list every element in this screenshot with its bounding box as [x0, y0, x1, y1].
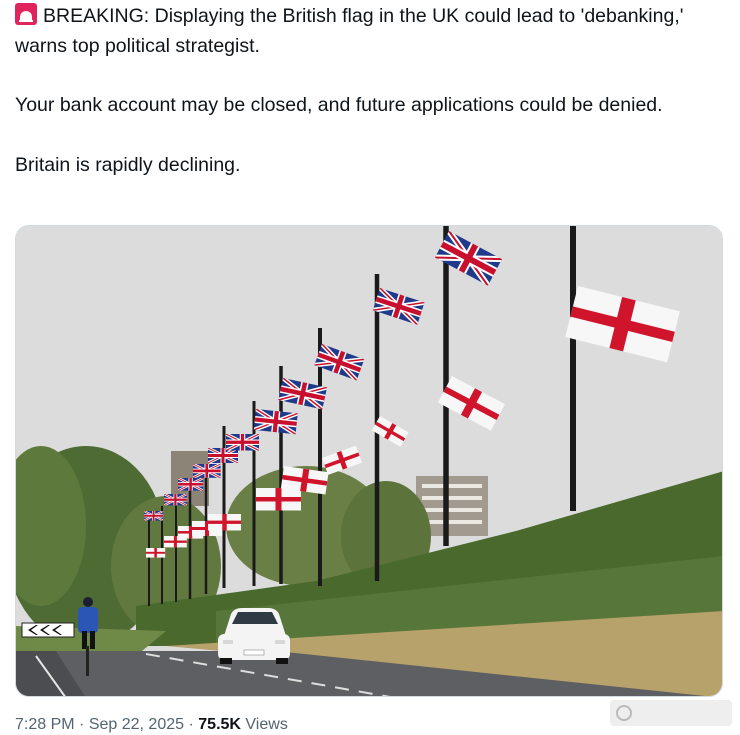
watermark-logo-icon [616, 705, 632, 721]
tweet-photo[interactable] [15, 225, 723, 697]
tweet-line-3: Britain is rapidly declining. [15, 153, 241, 176]
tweet-text: BREAKING: Displaying the British flag in… [15, 2, 715, 180]
flags-roadside-photo [16, 226, 722, 696]
meta-separator: · [79, 716, 85, 733]
meta-separator: · [188, 716, 194, 733]
tweet-time[interactable]: 7:28 PM [15, 716, 75, 733]
police-siren-icon [15, 3, 37, 25]
watermark [610, 700, 732, 726]
tweet-line-1: BREAKING: Displaying the British flag in… [15, 5, 684, 57]
tweet-paragraph-1: BREAKING: Displaying the British flag in… [15, 2, 715, 61]
tweet-meta: 7:28 PM · Sep 22, 2025 · 75.5K Views [15, 716, 288, 734]
tweet-date[interactable]: Sep 22, 2025 [89, 716, 184, 733]
tweet-line-2: Your bank account may be closed, and fut… [15, 94, 663, 116]
views-label: Views [245, 716, 288, 733]
views-count: 75.5K [198, 716, 241, 733]
